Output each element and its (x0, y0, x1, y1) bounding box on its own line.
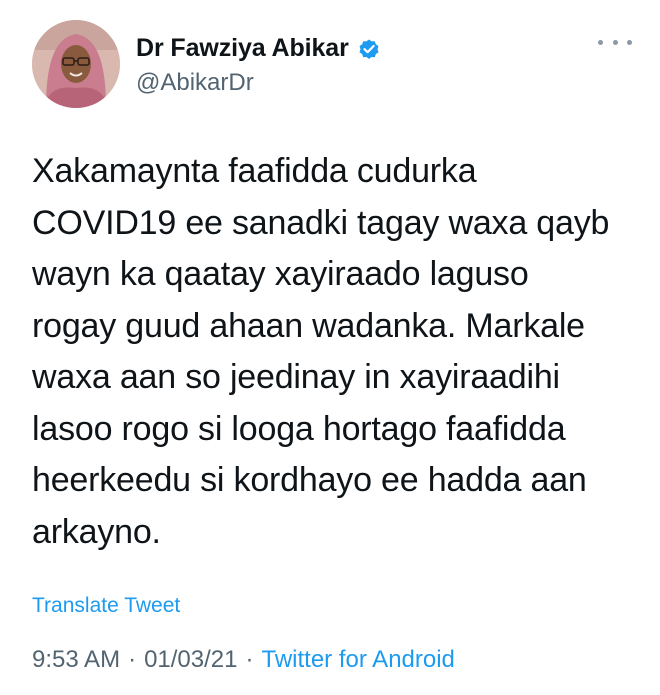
meta-separator: · (128, 646, 137, 673)
tweet-time[interactable]: 9:53 AM (32, 646, 120, 674)
meta-separator: · (245, 646, 254, 673)
author-avatar[interactable] (32, 20, 120, 108)
more-options-icon[interactable] (598, 32, 632, 52)
tweet-source-link[interactable]: Twitter for Android (261, 646, 454, 674)
dot (598, 39, 603, 45)
dot (627, 39, 632, 45)
avatar-photo-icon (32, 20, 120, 108)
tweet-date[interactable]: 01/03/21 (144, 646, 237, 674)
translate-tweet-link[interactable]: Translate Tweet (32, 594, 180, 618)
verified-badge-icon (357, 37, 381, 61)
author-handle[interactable]: @AbikarDr (136, 69, 254, 97)
dot (612, 39, 618, 45)
author-display-name[interactable]: Dr Fawziya Abikar (136, 34, 349, 63)
tweet-text: Xakamaynta faafidda cudurka COVID19 ee s… (32, 152, 610, 551)
tweet-metadata: 9:53 AM · 01/03/21 · Twitter for Android (32, 646, 455, 674)
tweet-card: Dr Fawziya Abikar @AbikarDr Xakamaynta f… (0, 0, 660, 695)
author-name-row: Dr Fawziya Abikar (136, 34, 381, 63)
